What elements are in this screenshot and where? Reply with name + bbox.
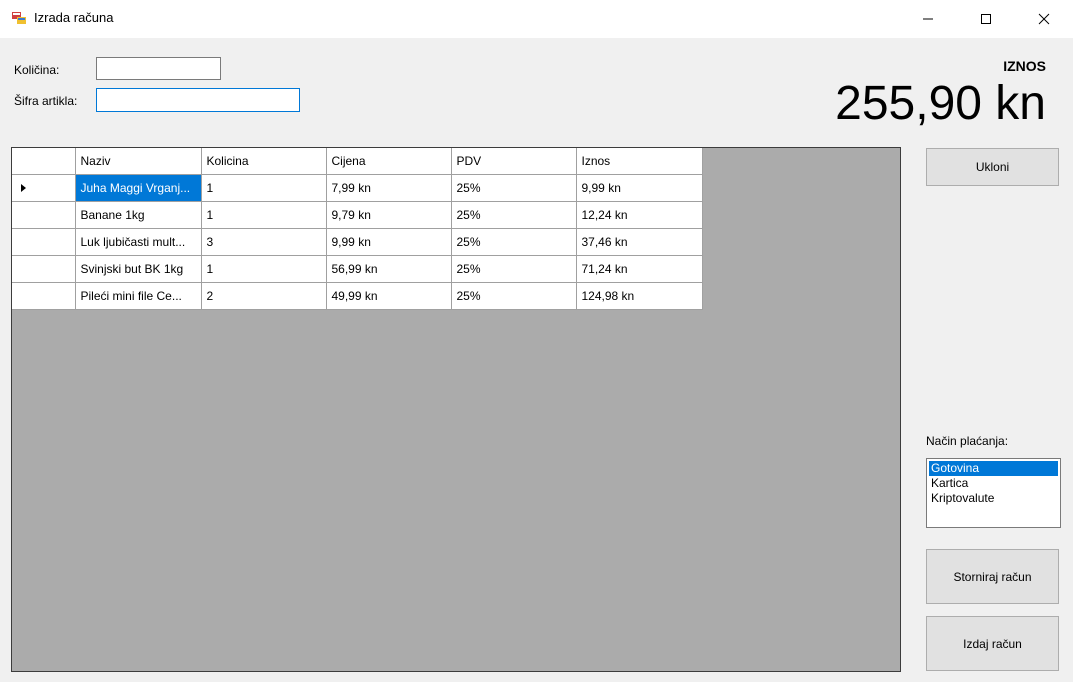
table-cell[interactable]: 9,99 kn [326, 228, 452, 256]
storniraj-racun-button[interactable]: Storniraj račun [926, 549, 1059, 604]
table-cell[interactable]: 25% [451, 255, 577, 283]
column-header-naziv[interactable]: Naziv [75, 148, 202, 175]
current-row-arrow-icon [21, 183, 26, 192]
table-cell[interactable]: 3 [201, 228, 327, 256]
payment-option-gotovina[interactable]: Gotovina [929, 461, 1058, 476]
minimize-button[interactable] [899, 0, 957, 38]
table-row[interactable]: Banane 1kg 1 9,79 kn 25% 12,24 kn [12, 201, 703, 229]
table-cell[interactable]: 25% [451, 282, 577, 310]
kolicina-label: Količina: [14, 63, 60, 77]
maximize-button[interactable] [957, 0, 1015, 38]
payment-method-label: Način plaćanja: [926, 434, 1009, 448]
column-header-cijena[interactable]: Cijena [326, 148, 452, 175]
table-cell[interactable]: 25% [451, 201, 577, 229]
table-cell[interactable]: 25% [451, 174, 577, 202]
table-cell[interactable]: 124,98 kn [576, 282, 703, 310]
table-cell[interactable]: 25% [451, 228, 577, 256]
izdaj-racun-button[interactable]: Izdaj račun [926, 616, 1059, 671]
table-cell[interactable]: Luk ljubičasti mult... [75, 228, 202, 256]
column-header-iznos[interactable]: Iznos [576, 148, 703, 175]
column-header-kolicina[interactable]: Kolicina [201, 148, 327, 175]
table-cell[interactable]: 71,24 kn [576, 255, 703, 283]
window-title: Izrada računa [34, 10, 114, 25]
total-label: IZNOS [1003, 58, 1046, 74]
grid-header-row: Naziv Kolicina Cijena PDV Iznos [12, 148, 703, 175]
table-cell[interactable]: 2 [201, 282, 327, 310]
app-icon [12, 12, 26, 24]
table-cell[interactable]: 9,99 kn [576, 174, 703, 202]
sifra-artikla-label: Šifra artikla: [14, 94, 78, 108]
table-cell[interactable]: 1 [201, 174, 327, 202]
table-cell[interactable]: 56,99 kn [326, 255, 452, 283]
row-header[interactable] [12, 201, 76, 229]
ukloni-button[interactable]: Ukloni [926, 148, 1059, 186]
table-cell[interactable]: Svinjski but BK 1kg [75, 255, 202, 283]
table-cell[interactable]: 12,24 kn [576, 201, 703, 229]
column-header-pdv[interactable]: PDV [451, 148, 577, 175]
row-header[interactable] [12, 282, 76, 310]
title-bar: Izrada računa [0, 0, 1073, 38]
table-cell[interactable]: Juha Maggi Vrganj... [75, 174, 202, 202]
maximize-icon [981, 14, 991, 24]
table-cell[interactable]: 7,99 kn [326, 174, 452, 202]
items-grid[interactable]: Naziv Kolicina Cijena PDV Iznos Juha Mag… [11, 147, 901, 672]
payment-option-kartica[interactable]: Kartica [929, 476, 1058, 491]
row-header[interactable] [12, 174, 76, 202]
table-row[interactable]: Svinjski but BK 1kg 1 56,99 kn 25% 71,24… [12, 255, 703, 283]
table-row[interactable]: Luk ljubičasti mult... 3 9,99 kn 25% 37,… [12, 228, 703, 256]
grid-corner-header [12, 148, 76, 175]
close-icon [1038, 13, 1050, 25]
table-cell[interactable]: 1 [201, 255, 327, 283]
total-value: 255,90 kn [835, 77, 1046, 130]
row-header[interactable] [12, 228, 76, 256]
payment-option-kriptovalute[interactable]: Kriptovalute [929, 491, 1058, 506]
table-row[interactable]: Pileći mini file Ce... 2 49,99 kn 25% 12… [12, 282, 703, 310]
kolicina-input[interactable] [96, 57, 221, 80]
table-cell[interactable]: Banane 1kg [75, 201, 202, 229]
close-button[interactable] [1015, 0, 1073, 38]
table-cell[interactable]: 1 [201, 201, 327, 229]
payment-method-listbox[interactable]: Gotovina Kartica Kriptovalute [926, 458, 1061, 528]
table-row[interactable]: Juha Maggi Vrganj... 1 7,99 kn 25% 9,99 … [12, 174, 703, 202]
table-cell[interactable]: 37,46 kn [576, 228, 703, 256]
table-cell[interactable]: Pileći mini file Ce... [75, 282, 202, 310]
table-cell[interactable]: 49,99 kn [326, 282, 452, 310]
table-cell[interactable]: 9,79 kn [326, 201, 452, 229]
minimize-icon [923, 18, 933, 20]
sifra-artikla-input[interactable] [96, 88, 300, 112]
row-header[interactable] [12, 255, 76, 283]
